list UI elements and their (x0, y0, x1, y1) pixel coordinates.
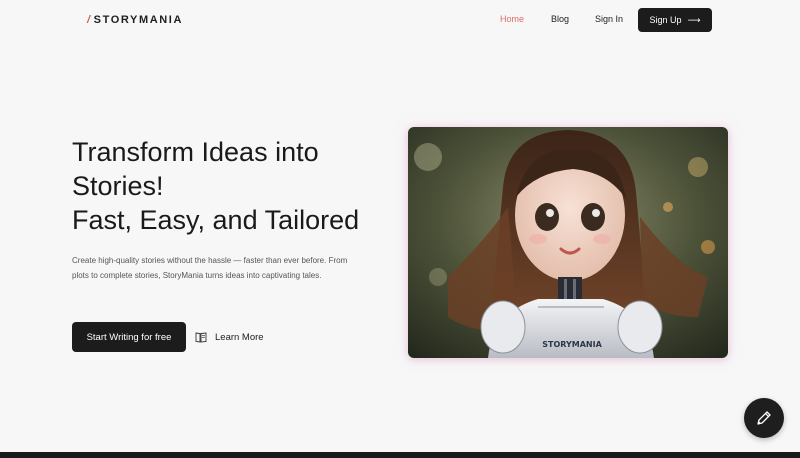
learn-more-link[interactable]: Learn More (195, 329, 264, 345)
sign-up-button[interactable]: Sign Up ⟶ (638, 8, 712, 32)
hero-title-line-3: Fast, Easy, and Tailored (72, 205, 360, 235)
brand-logo[interactable]: / STORYMANIA (87, 14, 183, 26)
nav-link-blog[interactable]: Blog (551, 14, 569, 24)
arrow-right-icon: ⟶ (687, 14, 701, 25)
nav-link-sign-in[interactable]: Sign In (595, 14, 623, 24)
hero-title-line-1: Transform Ideas into (72, 137, 319, 167)
top-navigation-bar: / STORYMANIA Home Blog Sign In Sign Up ⟶ (0, 0, 800, 40)
hero-image: STORYMANIA (408, 127, 728, 358)
nav-link-home[interactable]: Home (500, 14, 524, 24)
hero-description: Create high-quality stories without the … (72, 256, 348, 280)
logo-text: STORYMANIA (93, 14, 183, 26)
bottom-bar (0, 452, 800, 458)
logo-slash-mark: / (87, 14, 92, 26)
hero-title-line-2: Stories! (72, 171, 164, 201)
hero-title: Transform Ideas into Stories! Fast, Easy… (72, 135, 392, 237)
write-floating-button[interactable] (744, 398, 784, 438)
pencil-icon (757, 411, 771, 425)
book-icon (195, 332, 207, 343)
sign-up-label: Sign Up (649, 15, 682, 25)
learn-more-label: Learn More (215, 331, 264, 343)
start-writing-button[interactable]: Start Writing for free (72, 322, 186, 352)
image-caption: STORYMANIA (542, 340, 602, 349)
